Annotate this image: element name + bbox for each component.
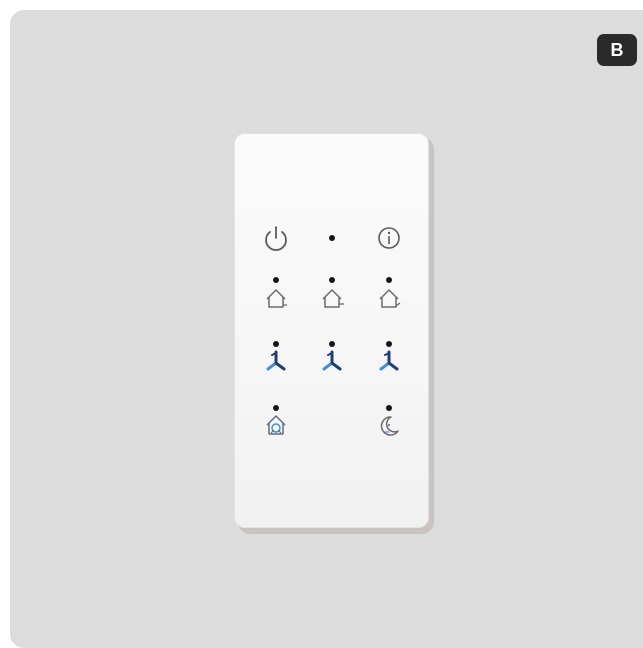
- power-icon: [265, 226, 287, 251]
- fan-speed-2-button[interactable]: [310, 337, 354, 381]
- home-mode-2-button[interactable]: [310, 273, 354, 317]
- boost-house-button[interactable]: [254, 401, 298, 445]
- info-button[interactable]: [367, 218, 411, 262]
- house-icon: [379, 289, 401, 308]
- fan-speed-3-button[interactable]: [367, 337, 411, 381]
- fan-icon: [379, 350, 399, 371]
- panel-label-badge: B: [597, 34, 637, 66]
- house-icon: [322, 289, 344, 308]
- power-button[interactable]: [254, 218, 298, 262]
- fan-icon: [322, 350, 342, 371]
- info-icon: [378, 227, 400, 249]
- home-mode-1-button[interactable]: [254, 273, 298, 317]
- home-mode-3-button[interactable]: [367, 273, 411, 317]
- control-panel-device: [234, 133, 429, 528]
- night-mode-button[interactable]: [367, 401, 411, 445]
- status-led-dot: [329, 235, 335, 241]
- fan-speed-1-button[interactable]: [254, 337, 298, 381]
- fan-icon: [266, 350, 286, 371]
- moon-icon: [380, 416, 399, 436]
- status-led: [310, 218, 354, 262]
- house-fan-icon: [266, 415, 286, 435]
- house-icon: [266, 289, 287, 308]
